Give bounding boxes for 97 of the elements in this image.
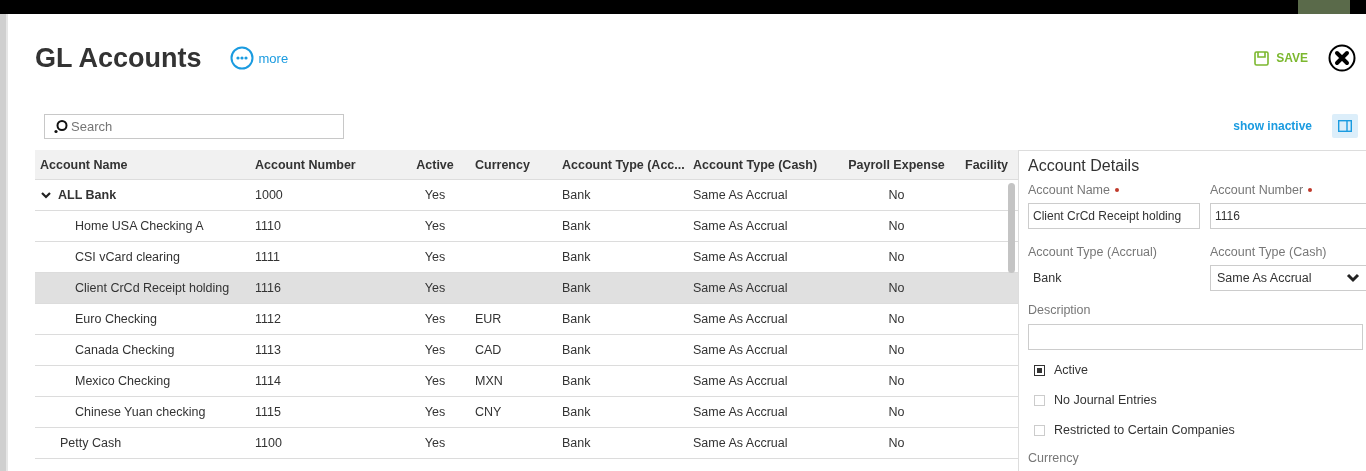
account-name: ALL Bank [58,188,117,202]
active-value: Yes [424,250,446,264]
close-icon[interactable] [1328,44,1356,72]
account-number: 1111 [255,250,281,264]
account-type-accrual: Bank [562,436,591,450]
description-field[interactable] [1028,324,1363,350]
checkbox-label: No Journal Entries [1054,393,1157,407]
account-number: 1000 [255,188,283,202]
payroll-expense-value: No [888,281,905,295]
active-value: Yes [424,436,446,450]
account-name: Petty Cash [60,436,122,450]
active-value: Yes [424,405,446,419]
table-row[interactable]: Petty Cash 1100 Yes Bank Same As Accrual No [35,428,1018,459]
payroll-expense-value: No [888,405,905,419]
account-number: 1112 [255,312,281,326]
field-label: Account Type (Accrual) [1028,245,1158,259]
account-type-accrual: Bank [562,281,591,295]
panel-toggle-button[interactable] [1332,114,1358,138]
checkbox[interactable] [1034,364,1045,376]
account-type-accrual: Bank [562,374,591,388]
account-type-cash: Same As Accrual [693,281,788,295]
active-value: Yes [424,374,446,388]
account-type-accrual: Bank [562,219,591,233]
account-type-cash: Same As Accrual [693,219,788,233]
account-type-cash: Same As Accrual [693,405,788,419]
active-value: Yes [424,343,446,357]
payroll-expense-value: No [888,250,905,264]
page-title: GL Accounts [35,42,202,74]
panel-title: Account Details [1028,157,1141,175]
table-row[interactable]: Euro Checking 1112 Yes EUR Bank Same As Accrual No [35,304,1018,335]
column-header[interactable]: Account Name [40,157,128,172]
field-label: Account Name [1028,183,1200,197]
field-label: Description [1028,303,1092,317]
column-header[interactable]: Account Number [255,157,356,172]
account-number: 1110 [255,219,281,233]
field-label: Account Type (Cash) [1210,245,1328,259]
field-label: Account Number [1210,183,1366,197]
account-number-field[interactable]: 1116 [1210,203,1366,229]
account-name: Mexico Checking [75,374,171,388]
account-name: Home USA Checking A [75,219,204,233]
account-name: CSI vCard clearing [75,250,180,264]
active-value: Yes [424,188,446,202]
account-number: 1100 [255,436,282,450]
account-type-cash: Same As Accrual [693,312,788,326]
payroll-expense-value: No [888,436,905,450]
account-type-dropdown[interactable]: Same As Accrual [1210,265,1366,291]
scrollbar[interactable] [1008,183,1015,273]
account-type-cash: Same As Accrual [693,436,788,450]
account-number: 1116 [255,281,281,295]
payroll-expense-value: No [888,312,905,326]
column-header[interactable]: Payroll Expense [848,157,945,172]
currency-value: CAD [475,343,502,357]
account-number: 1115 [255,405,281,419]
payroll-expense-value: No [888,374,905,388]
account-type-accrual: Bank [562,250,591,264]
chevron-down-icon [1346,273,1360,283]
account-name-field[interactable]: Client CrCd Receipt holding [1028,203,1200,229]
active-value: Yes [424,312,446,326]
account-type-accrual: Bank [562,188,591,202]
account-type-accrual: Bank [562,405,591,419]
active-value: Yes [424,281,446,295]
account-type-value: Bank [1032,270,1063,287]
table-row[interactable]: Mexico Checking 1114 Yes MXN Bank Same As Accrual No [35,366,1018,397]
payroll-expense-value: No [888,188,905,202]
photo-placeholder [1298,0,1350,14]
side-panel-icon [1338,120,1352,132]
account-type-cash: Same As Accrual [693,250,788,264]
column-header[interactable]: Account Type (Acc... [562,157,685,172]
account-type-cash: Same As Accrual [693,343,788,357]
column-header[interactable]: Account Type (Cash) [693,157,818,172]
currency-value: MXN [475,374,503,388]
active-value: Yes [424,219,446,233]
checkbox-label: Restricted to Certain Companies [1054,423,1235,437]
payroll-expense-value: No [888,343,905,357]
account-number: 1114 [255,374,281,388]
field-label: Currency [1028,451,1080,465]
account-type-cash: Same As Accrual [693,374,788,388]
account-number: 1113 [255,343,281,357]
column-header[interactable]: Active [416,157,454,172]
account-name: Client CrCd Receipt holding [75,281,230,295]
table-row[interactable]: Canada Checking 1113 Yes CAD Bank Same As Accrual No [35,335,1018,366]
account-type-cash: Same As Accrual [693,188,788,202]
table-row[interactable]: Client CrCd Receipt holding 1116 Yes Bank Same As Accrual No [35,273,1018,304]
payroll-expense-value: No [888,219,905,233]
column-header[interactable]: Facility [965,157,1009,172]
account-name: Euro Checking [75,312,157,326]
account-name: Canada Checking [75,343,175,357]
chevron-down-icon[interactable] [40,189,52,201]
column-header[interactable]: Currency [475,157,530,172]
account-name: Chinese Yuan checking [75,405,206,419]
search-field[interactable]: Search [44,113,344,139]
currency-value: CNY [475,405,502,419]
currency-value: EUR [475,312,502,326]
checkbox-label: Active [1054,363,1089,377]
account-type-accrual: Bank [562,312,591,326]
account-type-accrual: Bank [562,343,591,357]
table-row[interactable]: Chinese Yuan checking 1115 Yes CNY Bank Same As Accrual No [35,397,1018,428]
